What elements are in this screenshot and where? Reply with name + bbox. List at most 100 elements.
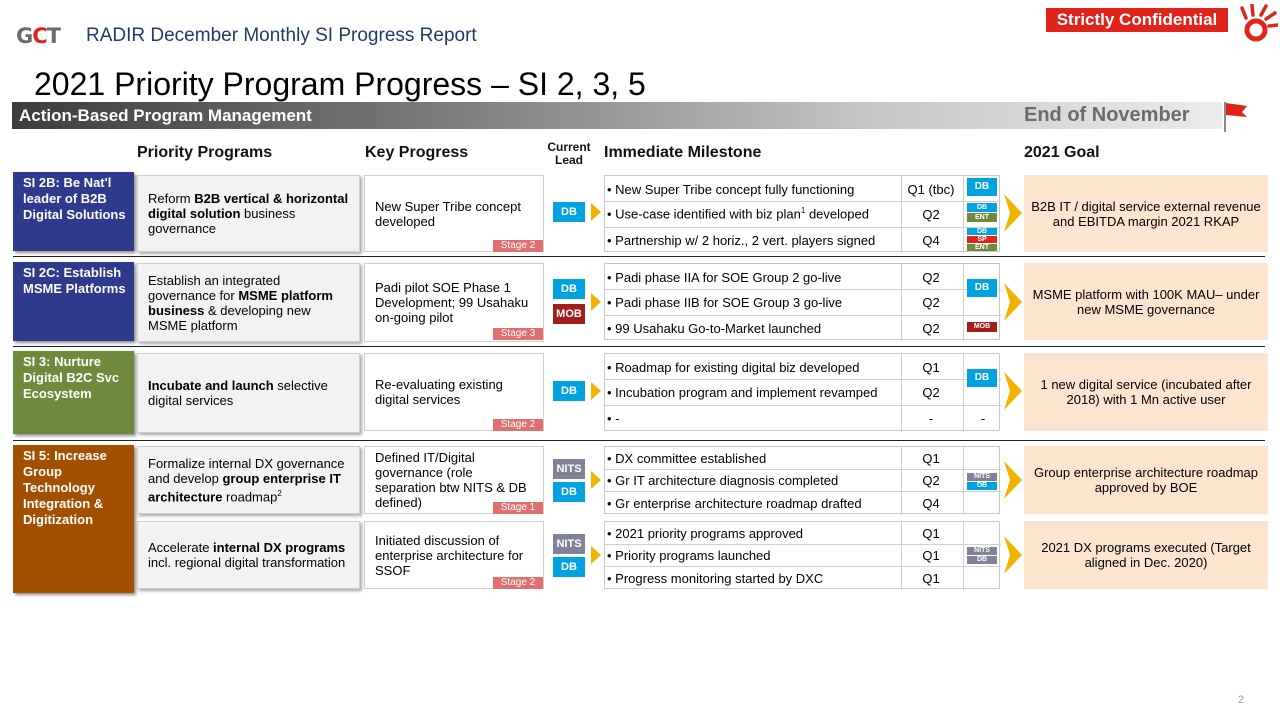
milestone-row: • 99 Usahaku Go-to-Market launched Q2 <box>605 317 1001 339</box>
report-title: RADIR December Monthly SI Progress Repor… <box>86 25 477 46</box>
lead-badge-ent-small: ENT <box>967 213 997 222</box>
milestone-quarter: Q2 <box>922 269 940 285</box>
milestone-row: • Priority programs launched Q1 <box>605 545 1001 565</box>
program-text-bold: internal DX programs <box>213 540 346 555</box>
milestone-text: • Padi phase IIA for SOE Group 2 go-live <box>607 269 842 285</box>
stage-badge: Stage 2 <box>493 419 543 431</box>
key-progress-text: Re-evaluating existing digital services <box>375 377 503 407</box>
lead-badge-db: DB <box>553 279 585 299</box>
brand-mark-icon <box>1240 4 1278 42</box>
priority-program-card: Accelerate internal DX programs incl. re… <box>137 521 360 589</box>
milestone-lead: - <box>980 410 986 426</box>
chevron-right-icon <box>1004 461 1022 499</box>
milestone-table: • DX committee established Q1 • Gr IT ar… <box>604 446 1001 515</box>
row-separator <box>13 256 1265 257</box>
milestone-row: • 2021 priority programs approved Q1 <box>605 523 1001 543</box>
milestone-text: • Incubation program and implement revam… <box>607 384 878 400</box>
page-number: 2 <box>1238 694 1245 706</box>
lead-badge-db: DB <box>553 557 585 577</box>
milestone-text: • New Super Tribe concept fully function… <box>607 181 855 197</box>
milestone-quarter: Q1 <box>922 450 940 466</box>
milestone-quarter: Q1 <box>922 547 940 563</box>
milestone-row: • - - - <box>605 407 1001 429</box>
milestone-text: • Roadmap for existing digital biz devel… <box>607 359 860 375</box>
milestone-text: • DX committee established <box>607 450 767 466</box>
key-progress-text: Padi pilot SOE Phase 1 Development; 99 U… <box>375 280 529 325</box>
milestone-text: • Priority programs launched <box>607 547 771 563</box>
lead-badge-ent-small: ENT <box>967 244 997 251</box>
milestone-row: • Roadmap for existing digital biz devel… <box>605 356 1001 378</box>
milestone-row: • DX committee established Q1 <box>605 448 1001 468</box>
milestone-text: • Partnership w/ 2 horiz., 2 vert. playe… <box>607 232 876 248</box>
row-separator <box>13 440 1265 441</box>
milestone-text: • Use-case identified with biz plan <box>607 206 801 222</box>
milestone-text: • Gr enterprise architecture roadmap dra… <box>607 495 862 511</box>
stage-badge: Stage 2 <box>493 577 543 589</box>
milestone-text: • 99 Usahaku Go-to-Market launched <box>607 320 822 336</box>
milestone-row: • Padi phase IIB for SOE Group 3 go-live… <box>605 291 1001 313</box>
priority-program-card: Establish an integrated governance for M… <box>137 263 360 342</box>
lead-badge-nits: NITS <box>553 534 585 554</box>
milestone-text: • Padi phase IIB for SOE Group 3 go-live <box>607 294 843 310</box>
key-progress-text: Initiated discussion of enterprise archi… <box>375 532 524 578</box>
chevron-right-icon <box>591 203 601 221</box>
milestone-quarter: Q2 <box>922 294 940 310</box>
si-3-label: SI 3: Nurture Digital B2C Svc Ecosystem <box>13 351 134 434</box>
lead-badge-db: DB <box>967 178 997 196</box>
program-text: roadmap <box>222 489 278 505</box>
lead-badge-mob: MOB <box>553 304 585 324</box>
si-5-label: SI 5: Increase Group Technology Integrat… <box>13 445 134 593</box>
row-separator <box>13 346 1265 347</box>
si-2c-label: SI 2C: Establish MSME Platforms <box>13 262 134 341</box>
col-header-2021-goal: 2021 Goal <box>1024 144 1100 161</box>
milestone-quarter: Q4 <box>922 232 940 248</box>
lead-badge-mob-small: MOB <box>967 322 997 332</box>
lead-badge-nits: NITS <box>553 459 585 479</box>
milestone-text: • - <box>607 410 620 426</box>
milestone-row: • New Super Tribe concept fully function… <box>605 179 1001 199</box>
program-text: Reform <box>148 191 195 206</box>
milestone-quarter: Q2 <box>922 384 940 400</box>
milestone-row: • Gr IT architecture diagnosis completed… <box>605 470 1001 490</box>
milestone-quarter: Q2 <box>922 472 940 488</box>
lead-badge-db: DB <box>967 369 997 387</box>
lead-badge-nits-small: NITS <box>967 547 997 555</box>
lead-badge-db: DB <box>553 202 585 222</box>
goal-card: 1 new digital service (incubated after 2… <box>1024 353 1268 431</box>
milestone-row: • Gr enterprise architecture roadmap dra… <box>605 492 1001 514</box>
col-header-immediate-milestone: Immediate Milestone <box>604 144 762 161</box>
lead-badge-db-small: DB <box>967 203 997 212</box>
milestone-text: developed <box>805 206 869 222</box>
milestone-text: • Gr IT architecture diagnosis completed <box>607 472 839 488</box>
col-header-current-lead: Current Lead <box>547 140 591 167</box>
stage-badge: Stage 1 <box>493 502 543 514</box>
priority-program-card: Formalize internal DX governance and dev… <box>137 446 360 514</box>
milestone-text: • 2021 priority programs approved <box>607 525 804 541</box>
milestone-quarter: Q2 <box>922 206 940 222</box>
key-progress-text: Defined IT/Digital governance (role sepa… <box>375 450 527 510</box>
priority-program-card: Incubate and launch selective digital se… <box>137 353 360 433</box>
lead-badge-db-small: DB <box>967 228 997 235</box>
program-text: incl. regional digital transformation <box>148 555 346 570</box>
chevron-right-icon <box>591 546 601 564</box>
lead-badge-db-small: DB <box>967 482 997 490</box>
milestone-quarter: Q1 (tbc) <box>907 181 955 197</box>
milestone-quarter: - <box>928 410 934 426</box>
goal-card: 2021 DX programs executed (Target aligne… <box>1024 521 1268 589</box>
milestone-table: • Padi phase IIA for SOE Group 2 go-live… <box>604 263 1001 341</box>
chevron-right-icon <box>1004 283 1022 321</box>
chevron-right-icon <box>1004 372 1022 410</box>
milestone-text: • Progress monitoring started by DXC <box>607 570 824 586</box>
col-header-priority-programs: Priority Programs <box>137 144 273 161</box>
lead-badge-db: DB <box>553 482 585 502</box>
lead-badge-db-small: DB <box>967 556 997 564</box>
goal-card: Group enterprise architecture roadmap ap… <box>1024 446 1268 514</box>
lead-badge-sp-small: SP <box>967 236 997 243</box>
chevron-right-icon <box>591 293 601 311</box>
milestone-quarter: Q1 <box>922 359 940 375</box>
milestone-row: • Partnership w/ 2 horiz., 2 vert. playe… <box>605 229 1001 251</box>
priority-program-card: Reform B2B vertical & horizontal digital… <box>137 175 360 252</box>
milestone-row: • Incubation program and implement revam… <box>605 381 1001 403</box>
program-text: Accelerate <box>148 540 214 555</box>
banner-label: Action-Based Program Management <box>19 106 312 125</box>
